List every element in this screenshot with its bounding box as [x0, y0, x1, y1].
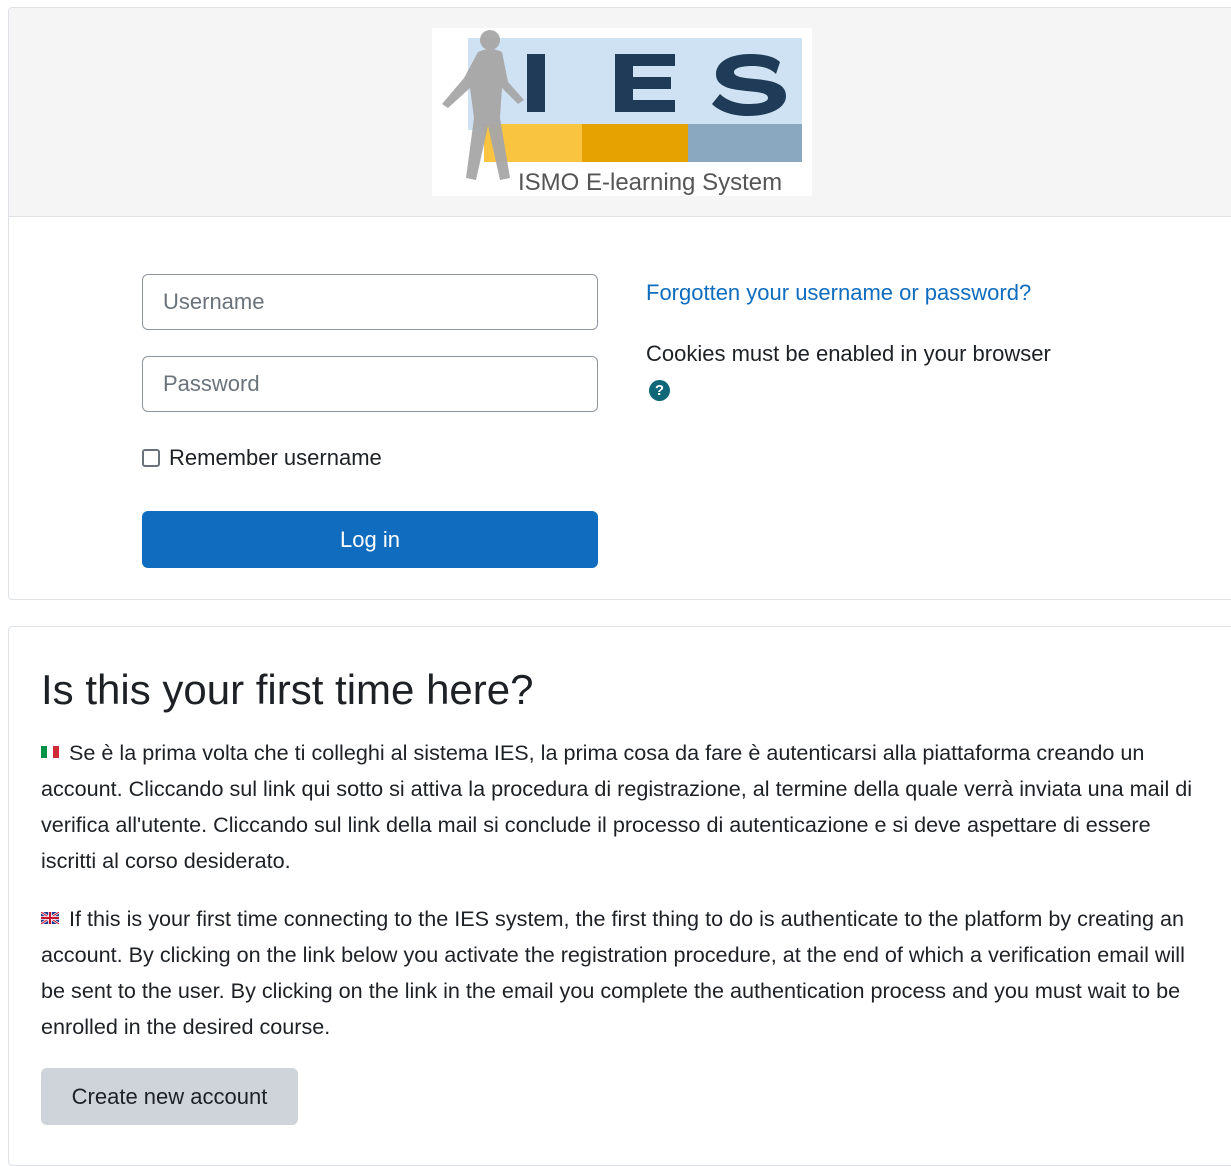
logo-tagline: ISMO E-learning System — [518, 169, 782, 196]
first-time-card: Is this your first time here? Se è la pr… — [8, 626, 1231, 1166]
login-header: ISMO E-learning System — [9, 8, 1231, 217]
username-input[interactable] — [142, 274, 598, 330]
question-circle-icon[interactable]: ? — [649, 380, 670, 401]
remember-username-row[interactable]: Remember username — [142, 444, 382, 472]
remember-username-checkbox[interactable] — [142, 449, 160, 467]
first-time-title: Is this your first time here? — [41, 666, 534, 713]
cookies-notice: Cookies must be enabled in your browser — [646, 341, 1051, 366]
english-paragraph: If this is your first time connecting to… — [41, 901, 1201, 1045]
english-paragraph-text: If this is your first time connecting to… — [41, 906, 1185, 1039]
login-card: ISMO E-learning System Remember username… — [8, 7, 1231, 600]
remember-username-label: Remember username — [169, 445, 382, 470]
uk-flag-icon — [41, 912, 59, 925]
forgot-credentials-link[interactable]: Forgotten your username or password? — [646, 280, 1031, 306]
italy-flag-icon — [41, 746, 59, 759]
italian-paragraph-text: Se è la prima volta che ti colleghi al s… — [41, 740, 1193, 873]
ies-logo: ISMO E-learning System — [432, 28, 812, 196]
password-input[interactable] — [142, 356, 598, 412]
ies-logo-graphic: ISMO E-learning System — [442, 30, 802, 196]
italian-paragraph: Se è la prima volta che ti colleghi al s… — [41, 735, 1201, 879]
create-new-account-button[interactable]: Create new account — [41, 1068, 298, 1125]
login-button[interactable]: Log in — [142, 511, 598, 568]
